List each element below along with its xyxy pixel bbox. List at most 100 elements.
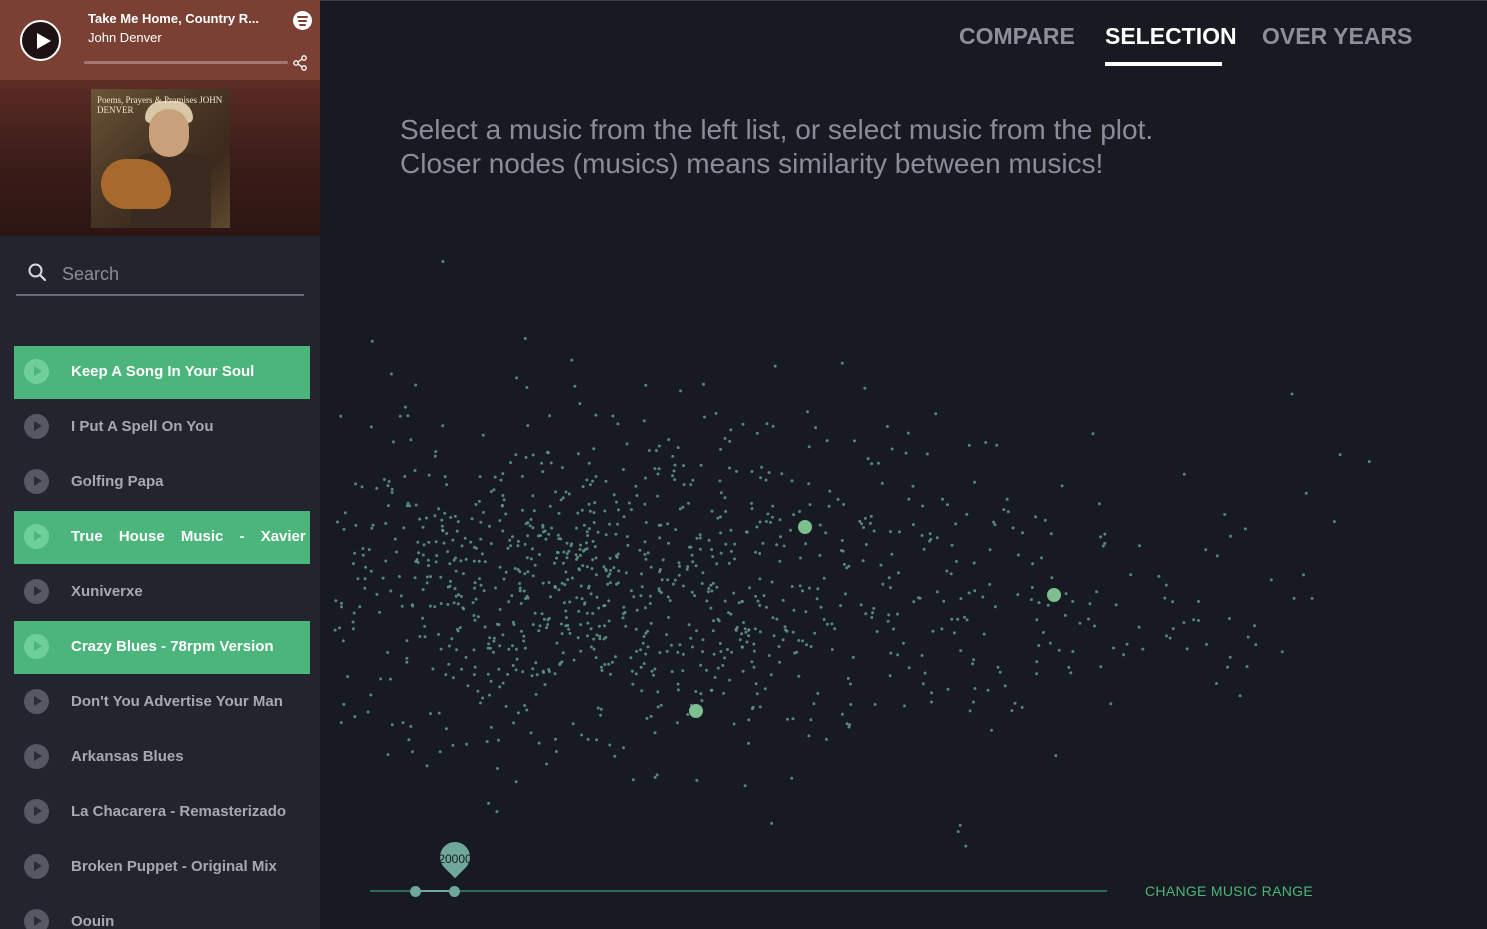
music-node[interactable] bbox=[354, 523, 358, 527]
music-node[interactable] bbox=[545, 450, 549, 454]
music-node[interactable] bbox=[897, 571, 900, 575]
music-node[interactable] bbox=[1049, 532, 1053, 536]
music-node[interactable] bbox=[555, 641, 559, 645]
music-node[interactable] bbox=[954, 560, 958, 563]
music-node[interactable] bbox=[959, 649, 963, 653]
music-node[interactable] bbox=[707, 587, 711, 590]
music-node[interactable] bbox=[488, 693, 491, 697]
music-node[interactable] bbox=[1060, 484, 1064, 488]
music-node[interactable] bbox=[712, 619, 715, 623]
music-node[interactable] bbox=[864, 543, 868, 546]
music-node[interactable] bbox=[728, 678, 732, 682]
music-node[interactable] bbox=[853, 439, 856, 443]
music-node[interactable] bbox=[341, 639, 345, 643]
music-node[interactable] bbox=[592, 647, 596, 651]
music-node[interactable] bbox=[818, 523, 822, 527]
music-node[interactable] bbox=[710, 509, 714, 513]
music-node[interactable] bbox=[516, 544, 520, 548]
music-node[interactable] bbox=[765, 422, 769, 426]
music-node[interactable] bbox=[752, 642, 756, 646]
music-node[interactable] bbox=[945, 569, 949, 573]
music-node[interactable] bbox=[923, 671, 927, 675]
music-node[interactable] bbox=[779, 535, 782, 539]
music-node[interactable] bbox=[456, 627, 459, 631]
music-node[interactable] bbox=[441, 424, 445, 428]
music-node[interactable] bbox=[603, 663, 607, 666]
music-node[interactable] bbox=[836, 497, 840, 501]
music-node[interactable] bbox=[389, 372, 393, 376]
music-node[interactable] bbox=[859, 603, 863, 607]
music-node[interactable] bbox=[386, 753, 390, 757]
music-node[interactable] bbox=[672, 469, 676, 473]
music-node[interactable] bbox=[495, 810, 499, 814]
music-node[interactable] bbox=[654, 449, 658, 453]
music-node[interactable] bbox=[454, 594, 458, 598]
music-node[interactable] bbox=[1087, 617, 1090, 621]
music-node[interactable] bbox=[792, 513, 796, 517]
music-node[interactable] bbox=[488, 636, 492, 640]
music-node[interactable] bbox=[509, 544, 513, 548]
music-node[interactable] bbox=[1099, 665, 1103, 669]
music-node[interactable] bbox=[526, 570, 530, 574]
music-node[interactable] bbox=[1164, 583, 1168, 587]
music-node[interactable] bbox=[709, 606, 713, 610]
music-node[interactable] bbox=[498, 608, 502, 611]
music-node[interactable] bbox=[479, 583, 483, 587]
music-node[interactable] bbox=[729, 528, 733, 532]
music-node[interactable] bbox=[472, 545, 476, 549]
music-node[interactable] bbox=[405, 656, 409, 660]
music-node[interactable] bbox=[845, 566, 849, 570]
music-node[interactable] bbox=[565, 541, 569, 545]
music-node[interactable] bbox=[514, 647, 518, 651]
music-node[interactable] bbox=[463, 536, 467, 540]
music-node[interactable] bbox=[592, 521, 596, 524]
music-node[interactable] bbox=[1048, 641, 1052, 645]
music-node[interactable] bbox=[643, 552, 647, 556]
music-node[interactable] bbox=[1109, 702, 1113, 706]
music-node[interactable] bbox=[649, 714, 653, 718]
music-node[interactable] bbox=[729, 428, 733, 432]
music-node[interactable] bbox=[340, 605, 343, 609]
music-node[interactable] bbox=[801, 639, 805, 643]
music-node[interactable] bbox=[599, 713, 603, 717]
music-node[interactable] bbox=[812, 702, 816, 706]
music-node[interactable] bbox=[567, 627, 571, 631]
music-node[interactable] bbox=[466, 684, 470, 688]
range-slider-min-handle[interactable] bbox=[410, 886, 421, 897]
music-node[interactable] bbox=[644, 521, 648, 524]
music-node[interactable] bbox=[677, 561, 681, 565]
music-node[interactable] bbox=[869, 514, 873, 518]
music-node[interactable] bbox=[603, 509, 607, 513]
music-node[interactable] bbox=[643, 606, 647, 610]
music-node[interactable] bbox=[564, 570, 568, 574]
music-node[interactable] bbox=[716, 516, 720, 520]
music-node[interactable] bbox=[870, 462, 874, 466]
music-node[interactable] bbox=[758, 520, 762, 524]
music-node[interactable] bbox=[479, 520, 483, 524]
music-node[interactable] bbox=[990, 728, 993, 732]
music-node[interactable] bbox=[507, 647, 511, 651]
music-node[interactable] bbox=[702, 382, 705, 386]
music-node[interactable] bbox=[531, 574, 535, 578]
music-node[interactable] bbox=[506, 546, 510, 550]
music-node[interactable] bbox=[501, 633, 505, 637]
music-node[interactable] bbox=[1040, 556, 1043, 560]
music-node[interactable] bbox=[560, 466, 564, 470]
music-node[interactable] bbox=[617, 569, 621, 573]
music-node[interactable] bbox=[1229, 534, 1232, 538]
music-node[interactable] bbox=[443, 511, 447, 515]
search-input[interactable] bbox=[62, 260, 292, 288]
music-node[interactable] bbox=[556, 533, 560, 537]
music-node[interactable] bbox=[509, 461, 513, 465]
music-node[interactable] bbox=[624, 624, 628, 628]
music-node[interactable] bbox=[493, 475, 497, 479]
music-node[interactable] bbox=[699, 663, 703, 667]
music-node[interactable] bbox=[790, 479, 794, 483]
music-node[interactable] bbox=[678, 564, 681, 568]
music-node[interactable] bbox=[797, 674, 801, 678]
music-node[interactable] bbox=[613, 754, 617, 758]
music-node[interactable] bbox=[718, 515, 722, 519]
music-node[interactable] bbox=[1016, 553, 1020, 557]
music-node[interactable] bbox=[445, 483, 449, 487]
music-node[interactable] bbox=[587, 586, 591, 590]
